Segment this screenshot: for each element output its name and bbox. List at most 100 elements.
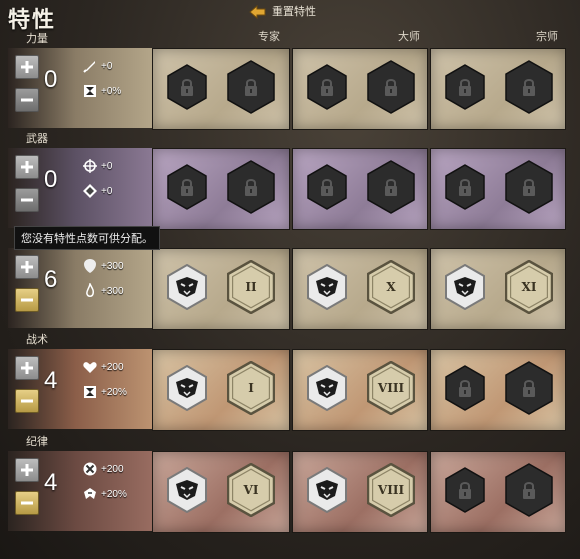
decrease-points-button[interactable] <box>15 188 39 212</box>
major-trait-slot[interactable]: VI <box>226 462 276 518</box>
major-trait-slot[interactable]: XI <box>504 259 554 315</box>
locked-trait-slot[interactable] <box>445 164 485 210</box>
locked-trait-slot[interactable] <box>445 365 485 411</box>
decrease-points-button[interactable] <box>15 88 39 112</box>
major-trait-slot[interactable]: X <box>366 259 416 315</box>
minor-trait-slot[interactable] <box>167 466 207 514</box>
allocated-points: 6 <box>44 266 58 293</box>
tier-panel-adept: I <box>152 349 290 431</box>
flame-icon <box>86 283 94 297</box>
locked-trait-slot[interactable] <box>367 60 415 114</box>
stat-primary-value: +0 <box>101 160 113 172</box>
minor-trait-slot[interactable] <box>307 263 347 311</box>
tier-panel-adept: II <box>152 248 290 330</box>
locked-trait-slot[interactable] <box>505 60 553 114</box>
plus-icon <box>21 261 33 273</box>
minus-icon <box>21 298 33 302</box>
trait-line-name: 力量 <box>26 32 48 45</box>
stat-primary-value: +200 <box>101 463 124 475</box>
locked-trait-slot[interactable] <box>505 463 553 517</box>
stat-primary: +200 <box>82 359 124 375</box>
plus-icon <box>21 61 33 73</box>
major-trait-numeral: VIII <box>377 381 405 395</box>
major-trait-numeral: II <box>245 280 257 294</box>
locked-trait-slot[interactable] <box>307 164 347 210</box>
minus-icon <box>21 198 33 202</box>
trait-line-name: 战术 <box>26 333 48 346</box>
increase-points-button[interactable] <box>15 356 39 380</box>
tier-panel-grandmaster <box>430 48 566 130</box>
hourglass-icon <box>84 386 96 398</box>
tier-panel-master: VIII <box>292 451 428 533</box>
allocated-points: 0 <box>44 166 58 193</box>
minor-trait-slot[interactable] <box>167 364 207 412</box>
major-trait-slot[interactable]: II <box>226 259 276 315</box>
major-trait-slot[interactable]: I <box>226 360 276 416</box>
minus-icon <box>21 98 33 102</box>
tier-panel-grandmaster: XI <box>430 248 566 330</box>
locked-trait-slot[interactable] <box>505 361 553 415</box>
trait-line-1: 武器 0 +0 +0 <box>4 128 576 232</box>
stat-secondary-value: +300 <box>101 285 124 297</box>
minor-trait-slot[interactable] <box>167 263 207 311</box>
tier-panel-adept <box>152 148 290 230</box>
minor-trait-slot[interactable] <box>307 364 347 412</box>
stat-primary-value: +200 <box>101 361 124 373</box>
heart-icon <box>83 362 97 373</box>
decrease-points-button[interactable] <box>15 389 39 413</box>
stat-secondary: +20% <box>82 384 127 400</box>
stat-secondary-value: +0% <box>101 85 122 97</box>
major-trait-slot[interactable]: VIII <box>366 462 416 518</box>
sword-icon <box>83 61 95 73</box>
locked-trait-slot[interactable] <box>227 60 275 114</box>
locked-trait-slot[interactable] <box>445 467 485 513</box>
stat-secondary: +20% <box>82 486 127 502</box>
minor-trait-slot[interactable] <box>445 263 485 311</box>
tier-panel-grandmaster <box>430 451 566 533</box>
plus-icon <box>21 464 33 476</box>
major-trait-numeral: VI <box>243 483 259 497</box>
tier-panel-grandmaster <box>430 148 566 230</box>
tier-panel-master: X <box>292 248 428 330</box>
major-trait-numeral: XI <box>521 280 537 294</box>
stat-secondary: +0 <box>82 183 112 199</box>
locked-trait-slot[interactable] <box>505 160 553 214</box>
major-trait-slot[interactable]: VIII <box>366 360 416 416</box>
hourglass-icon <box>84 85 96 97</box>
decrease-points-button[interactable] <box>15 491 39 515</box>
increase-points-button[interactable] <box>15 55 39 79</box>
tier-panel-master: VIII <box>292 349 428 431</box>
locked-trait-slot[interactable] <box>367 160 415 214</box>
stat-secondary: +300 <box>82 283 124 299</box>
increase-points-button[interactable] <box>15 155 39 179</box>
stat-primary: +0 <box>82 158 112 174</box>
major-trait-numeral: I <box>248 381 254 395</box>
crosshair-icon <box>83 159 97 173</box>
decrease-points-button[interactable] <box>15 288 39 312</box>
trait-line-0: 力量 0 +0 +0% <box>4 28 576 132</box>
increase-points-button[interactable] <box>15 255 39 279</box>
stat-primary: +0 <box>82 58 112 74</box>
trait-line-name: 武器 <box>26 132 48 145</box>
major-trait-numeral: VIII <box>377 483 405 497</box>
tooltip: 您没有特性点数可供分配。 <box>14 226 160 250</box>
tier-panel-grandmaster <box>430 349 566 431</box>
helm-icon <box>84 488 96 499</box>
locked-trait-slot[interactable] <box>445 64 485 110</box>
stat-primary-value: +300 <box>101 260 124 272</box>
trait-line-4: 纪律 4 +200 +20% VI VIII <box>4 431 576 535</box>
crossed-circle-icon <box>83 462 97 476</box>
locked-trait-slot[interactable] <box>167 164 207 210</box>
shield-icon <box>84 259 96 273</box>
stat-primary: +300 <box>82 258 124 274</box>
increase-points-button[interactable] <box>15 458 39 482</box>
reset-traits-button[interactable]: 重置特性 <box>248 3 316 19</box>
locked-trait-slot[interactable] <box>167 64 207 110</box>
stat-secondary: +0% <box>82 83 121 99</box>
tier-panel-adept <box>152 48 290 130</box>
locked-trait-slot[interactable] <box>227 160 275 214</box>
minor-trait-slot[interactable] <box>307 466 347 514</box>
locked-trait-slot[interactable] <box>307 64 347 110</box>
tier-panel-master <box>292 148 428 230</box>
allocated-points: 0 <box>44 66 58 93</box>
